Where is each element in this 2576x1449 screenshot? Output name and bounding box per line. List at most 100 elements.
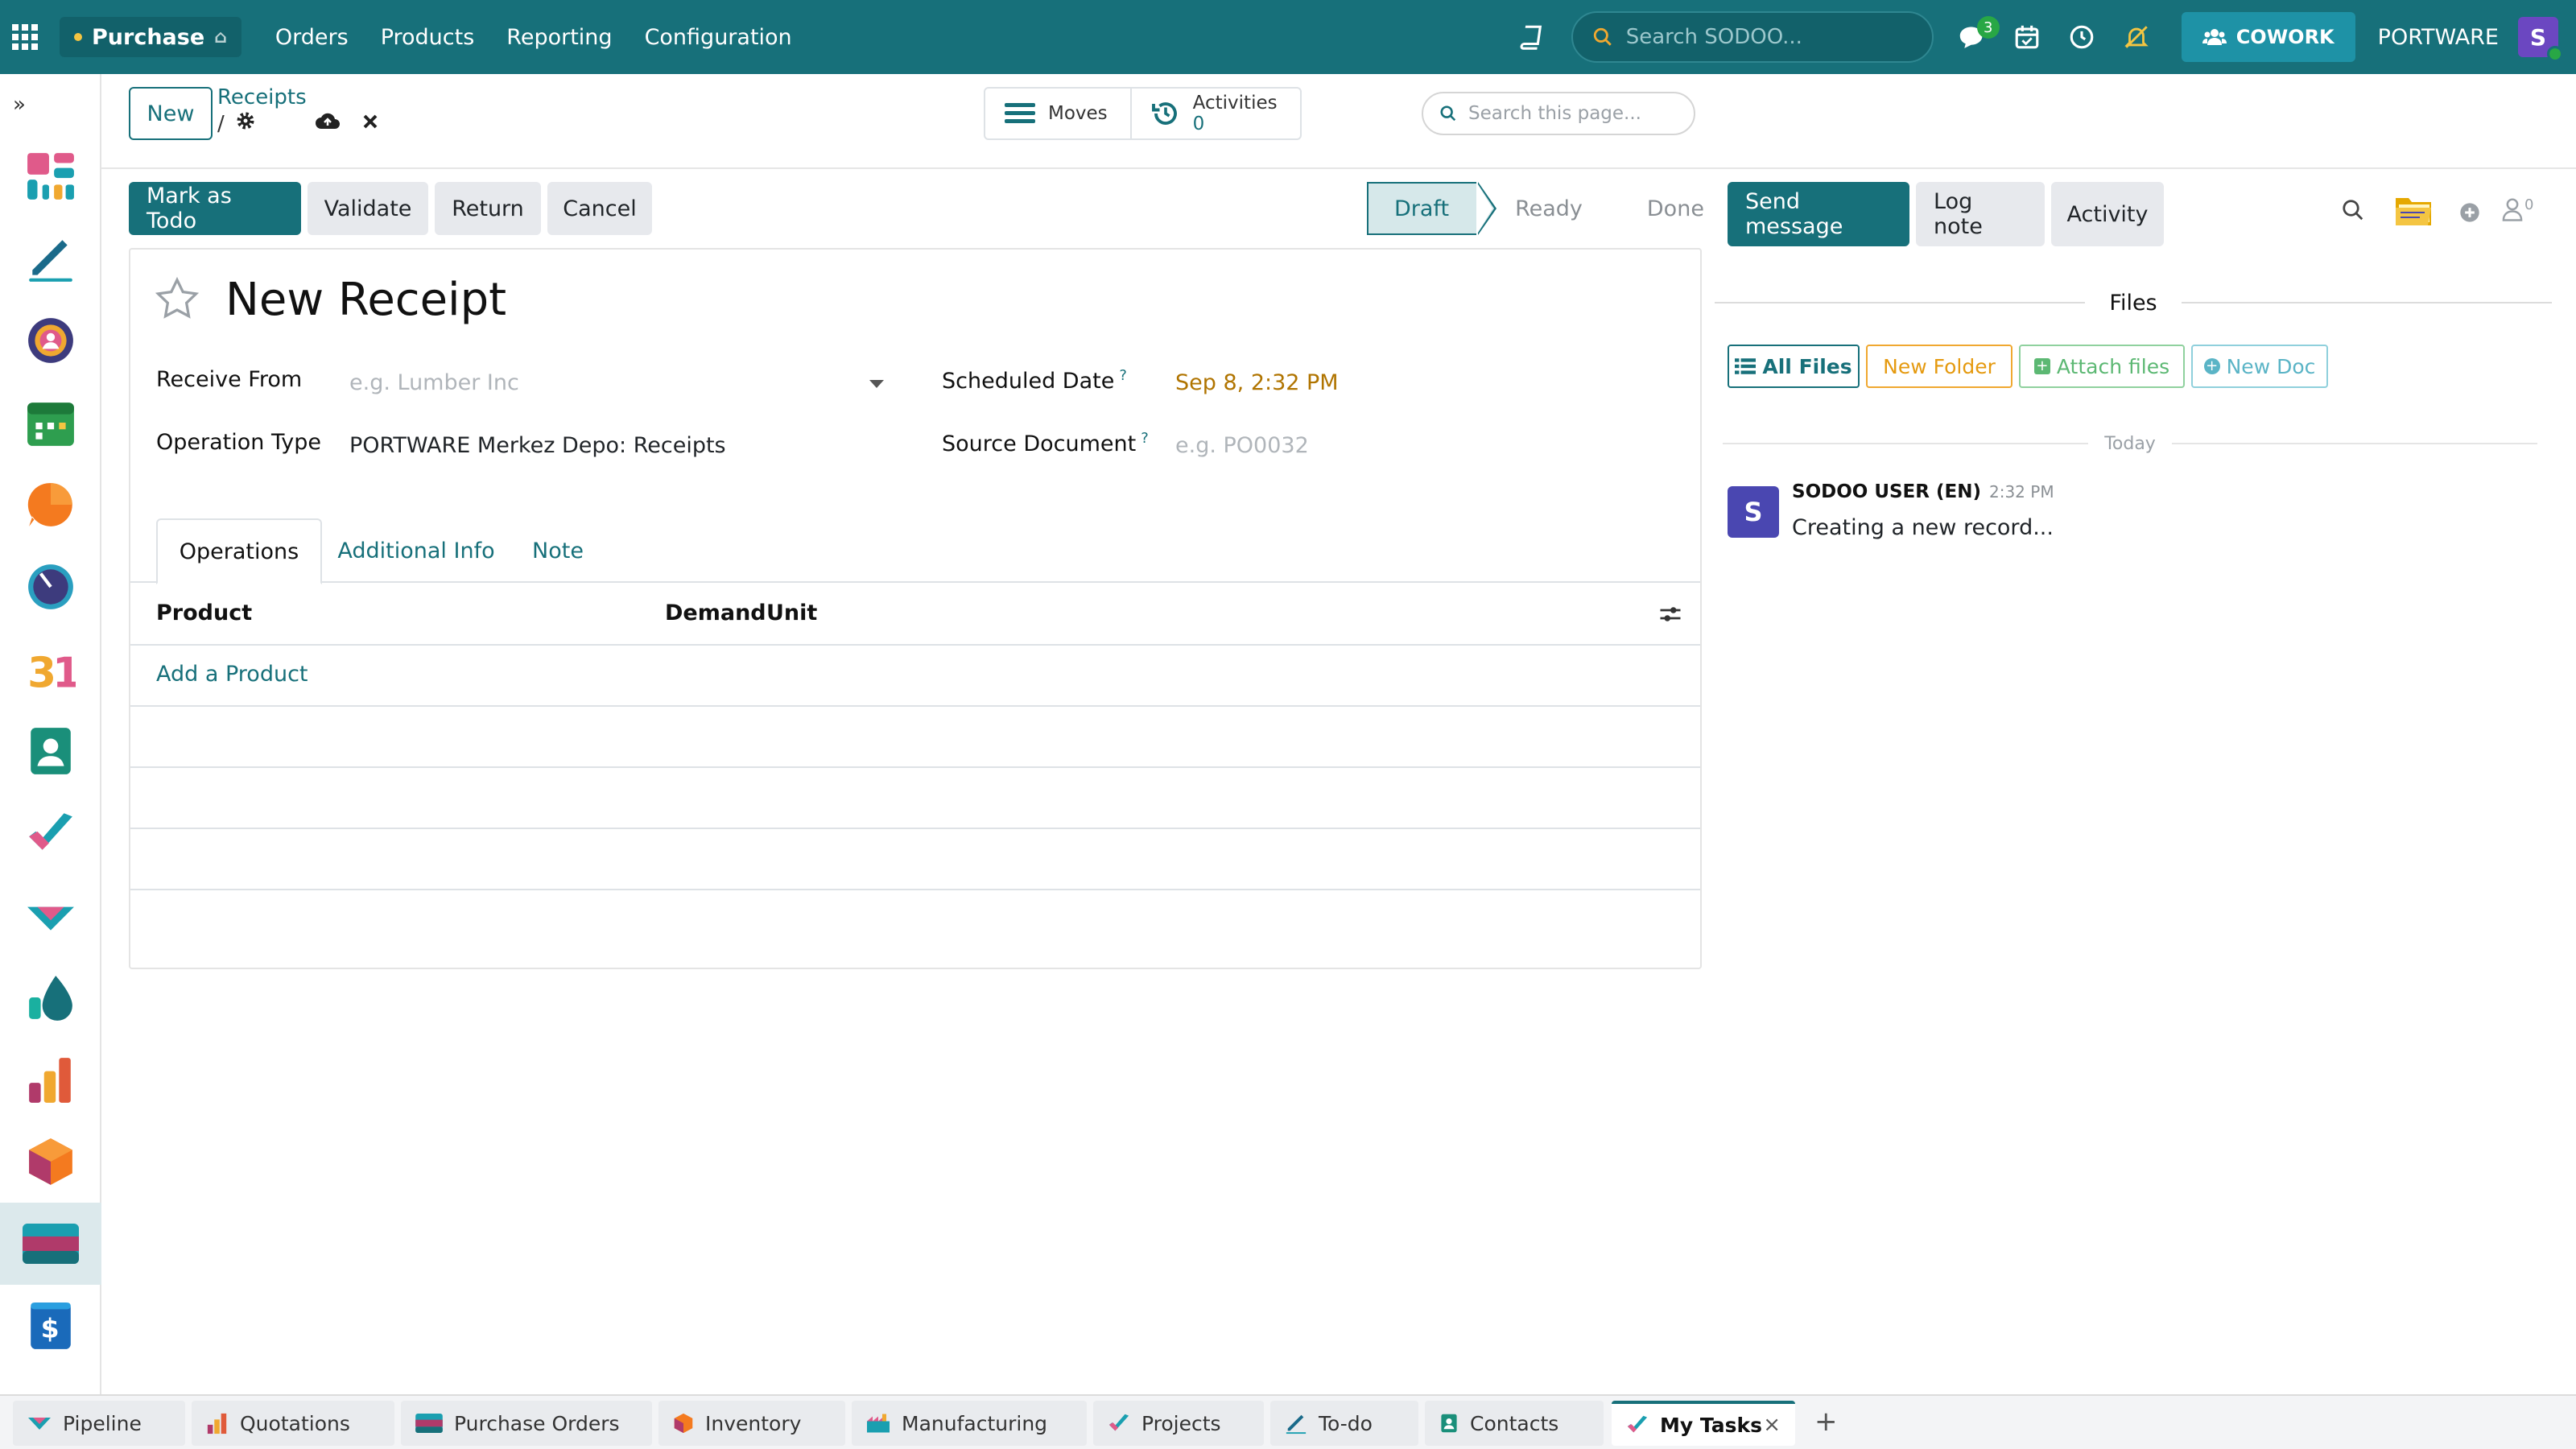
breadcrumb-separator: / — [217, 111, 225, 136]
knowledge-book-icon[interactable] — [1517, 21, 1549, 53]
menu-products[interactable]: Products — [365, 25, 491, 50]
attach-files-button[interactable]: + Attach files — [2019, 345, 2185, 388]
followers-button[interactable]: 0 — [2500, 196, 2533, 222]
help-icon[interactable]: ? — [1119, 367, 1127, 384]
menu-configuration[interactable]: Configuration — [629, 25, 808, 50]
add-product-link[interactable]: Add a Product — [156, 662, 308, 687]
sidebar-timesheet-icon[interactable] — [0, 546, 101, 628]
company-name[interactable]: PORTWARE — [2378, 25, 2499, 50]
bottom-tab-purchase-orders[interactable]: Purchase Orders — [401, 1401, 652, 1446]
close-tab-icon[interactable]: × — [1763, 1413, 1781, 1437]
sidebar-crm-icon[interactable] — [0, 874, 101, 956]
bottom-tab-inventory[interactable]: Inventory — [658, 1401, 845, 1446]
calendar-icon[interactable] — [2011, 21, 2043, 53]
optional-columns-icon[interactable] — [1658, 602, 1682, 630]
new-folder-button[interactable]: New Folder — [1866, 345, 2013, 388]
bottom-tab-pipeline[interactable]: Pipeline — [13, 1401, 185, 1446]
stage-draft[interactable]: Draft — [1367, 182, 1497, 235]
stage-ready[interactable]: Ready — [1476, 182, 1610, 235]
sidebar-drop-icon[interactable] — [0, 956, 101, 1038]
save-cloud-icon[interactable] — [315, 111, 341, 136]
table-row — [130, 768, 1700, 829]
sidebar-sign-icon[interactable] — [0, 217, 101, 299]
favorite-star-icon[interactable] — [155, 276, 200, 324]
mark-as-todo-button[interactable]: Mark as Todo — [129, 182, 301, 235]
receive-from-input[interactable]: e.g. Lumber Inc — [349, 370, 519, 395]
moves-button[interactable]: Moves — [985, 89, 1130, 138]
bottom-tab-manufacturing[interactable]: Manufacturing — [852, 1401, 1087, 1446]
tab-note[interactable]: Note — [510, 518, 605, 583]
global-search[interactable] — [1571, 11, 1934, 63]
messages-icon[interactable]: 3 — [1956, 16, 2000, 53]
activities-button[interactable]: Activities 0 — [1129, 89, 1300, 138]
bottom-tab-quotations[interactable]: Quotations — [192, 1401, 394, 1446]
new-button[interactable]: New — [129, 87, 213, 140]
all-files-button[interactable]: All Files — [1728, 345, 1860, 388]
sidebar-calendar-icon[interactable] — [0, 382, 101, 464]
search-icon — [1440, 105, 1456, 122]
column-product[interactable]: Product — [156, 601, 252, 625]
discard-close-icon[interactable] — [361, 112, 379, 136]
sidebar-reporting-icon[interactable] — [0, 1038, 101, 1121]
bottom-tab-projects[interactable]: Projects — [1093, 1401, 1264, 1446]
receive-from-label: Receive From — [156, 367, 303, 392]
message-author-avatar[interactable]: S — [1728, 486, 1779, 538]
sidebar-invoicing-icon[interactable]: $ — [0, 1285, 101, 1367]
breadcrumb-receipts[interactable]: Receipts — [217, 85, 307, 109]
sidebar-purchase-icon[interactable] — [0, 1203, 101, 1285]
return-button[interactable]: Return — [435, 182, 541, 235]
user-initial: S — [2529, 23, 2547, 51]
menu-reporting[interactable]: Reporting — [490, 25, 628, 50]
sidebar-calendar31-icon[interactable]: 31 — [0, 628, 101, 710]
cowork-button[interactable]: COWORK — [2181, 12, 2355, 62]
add-tab-icon[interactable]: + — [1814, 1406, 1838, 1438]
app-switcher[interactable]: Purchase ⌂ — [60, 17, 242, 57]
purchase-icon — [415, 1414, 443, 1433]
sidebar-project-icon[interactable] — [0, 792, 101, 874]
apps-menu-icon[interactable] — [0, 0, 50, 74]
stage-done[interactable]: Done — [1609, 182, 1732, 235]
scheduled-date-field[interactable]: Sep 8, 2:32 PM — [1175, 370, 1339, 395]
operation-type-field[interactable]: PORTWARE Merkez Depo: Receipts — [349, 433, 726, 458]
bottom-tab-my-tasks[interactable]: My Tasks × — [1612, 1401, 1795, 1446]
search-icon — [1593, 27, 1612, 46]
log-note-button[interactable]: Log note — [1916, 182, 2045, 246]
sidebar-community-icon[interactable] — [0, 299, 101, 382]
user-avatar[interactable]: S — [2518, 17, 2563, 62]
global-search-input[interactable] — [1625, 25, 1916, 49]
help-icon[interactable]: ? — [1141, 430, 1149, 447]
sidebar-expand-icon[interactable]: » — [0, 74, 100, 135]
sidebar-contacts-icon[interactable] — [0, 710, 101, 792]
source-document-input[interactable]: e.g. PO0032 — [1175, 433, 1309, 458]
notebook-tabs: Operations Additional Info Note — [130, 518, 1700, 584]
chevron-down-icon[interactable] — [869, 380, 884, 388]
bottom-tab-todo[interactable]: To-do — [1270, 1401, 1418, 1446]
chatter-search-icon[interactable] — [2341, 198, 2365, 225]
gear-icon[interactable] — [236, 111, 255, 136]
activities-count: 0 — [1192, 114, 1205, 134]
sidebar-discuss-icon[interactable] — [0, 464, 101, 546]
table-row: Add a Product — [130, 646, 1700, 707]
page-search[interactable] — [1422, 92, 1695, 135]
page-search-input[interactable] — [1468, 103, 1686, 124]
app-sidebar: » 31 $ — [0, 74, 101, 1394]
bottom-tab-contacts[interactable]: Contacts — [1425, 1401, 1604, 1446]
online-status-icon — [2547, 46, 2563, 62]
add-follower-icon[interactable] — [2458, 201, 2481, 227]
clock-icon[interactable] — [2066, 21, 2098, 53]
activity-button[interactable]: Activity — [2051, 182, 2164, 246]
menu-orders[interactable]: Orders — [259, 25, 365, 50]
documents-folder-icon[interactable] — [2394, 193, 2433, 230]
column-unit[interactable]: Unit — [766, 601, 817, 625]
new-doc-button[interactable]: + New Doc — [2191, 345, 2328, 388]
send-message-button[interactable]: Send message — [1728, 182, 1909, 246]
tab-additional-info[interactable]: Additional Info — [330, 518, 502, 583]
column-demand[interactable]: Demand — [665, 601, 766, 625]
cancel-button[interactable]: Cancel — [547, 182, 652, 235]
validate-button[interactable]: Validate — [308, 182, 428, 235]
sidebar-dashboard-icon[interactable] — [0, 135, 101, 217]
muted-bell-icon[interactable] — [2120, 21, 2153, 53]
message-author-name[interactable]: SODOO USER (EN) — [1792, 481, 1981, 502]
sidebar-inventory-icon[interactable] — [0, 1121, 101, 1203]
tab-operations[interactable]: Operations — [156, 518, 322, 584]
